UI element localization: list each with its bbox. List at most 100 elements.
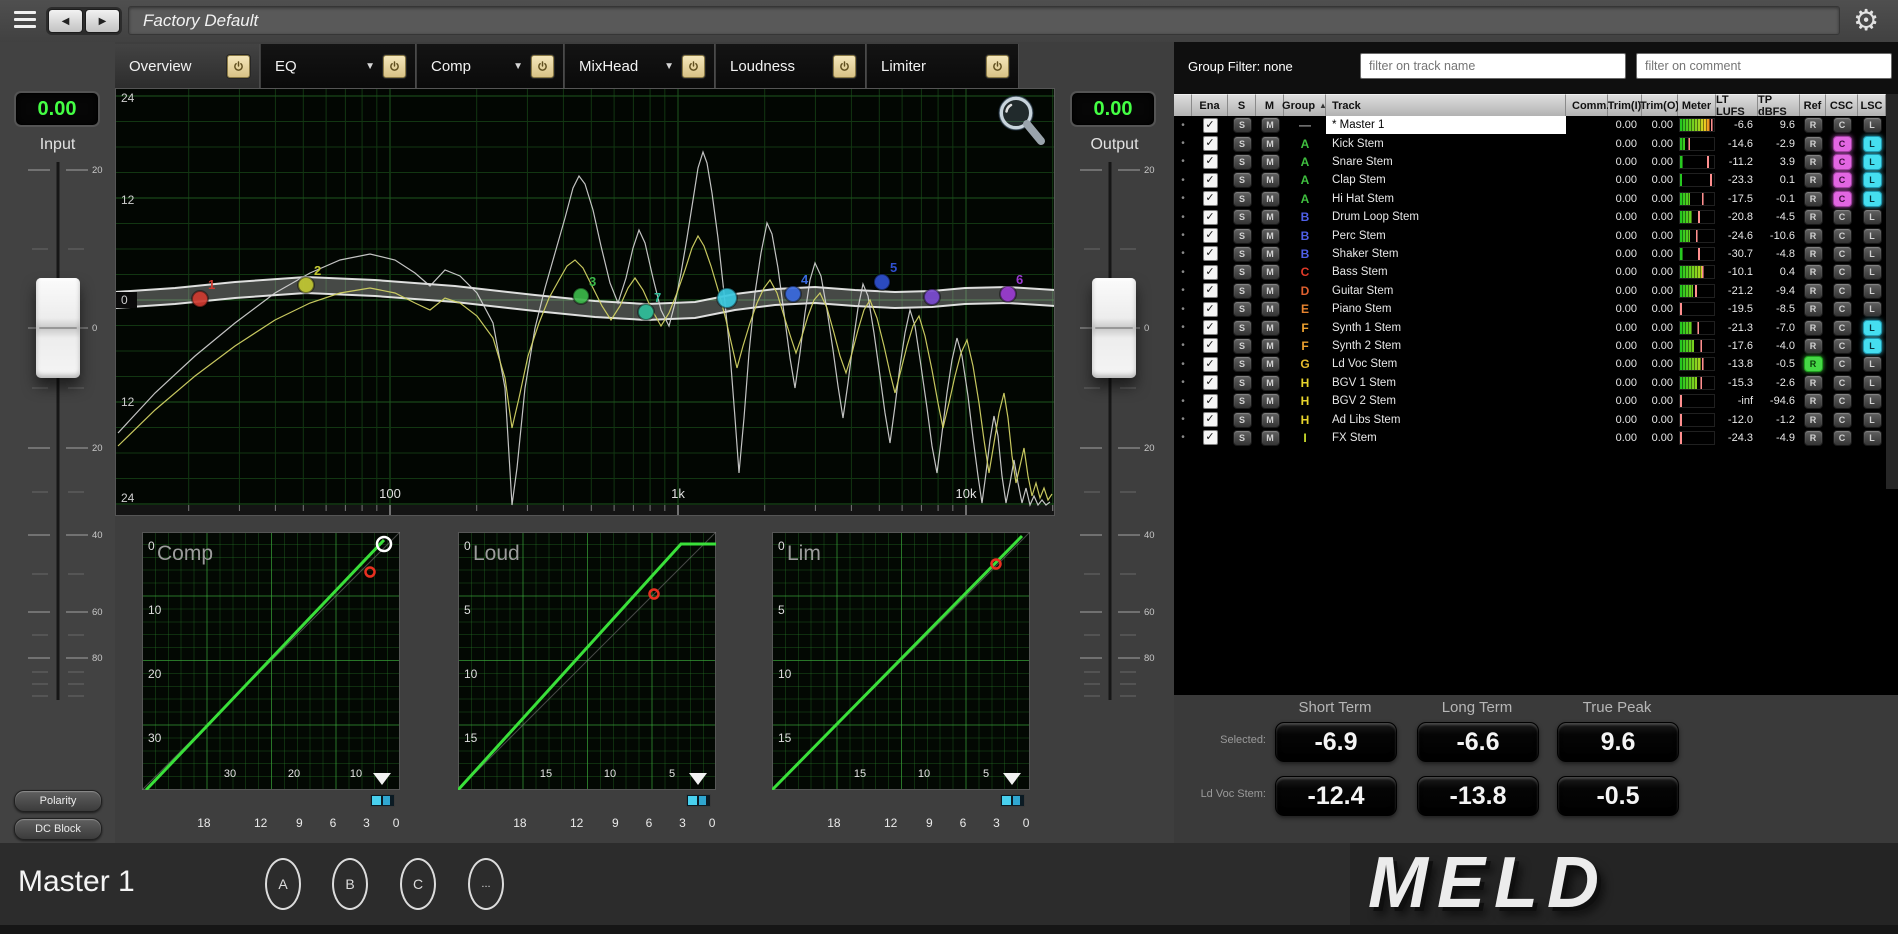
track-row[interactable]: •✓SMAHi Hat Stem0.000.00-17.5-0.1RCL: [1174, 190, 1886, 208]
group-letter[interactable]: F: [1284, 337, 1326, 355]
lsc-button[interactable]: L: [1863, 136, 1882, 152]
tab-limiter[interactable]: Limiter: [867, 44, 1019, 88]
csc-button[interactable]: C: [1833, 209, 1852, 225]
enable-checkbox[interactable]: ✓: [1203, 394, 1218, 409]
trim-out-value[interactable]: 0.00: [1642, 116, 1678, 134]
mute-button[interactable]: M: [1261, 246, 1280, 262]
column-header[interactable]: LT LUFS: [1716, 94, 1758, 116]
trim-out-value[interactable]: 0.00: [1642, 429, 1678, 447]
group-letter[interactable]: B: [1284, 226, 1326, 244]
solo-button[interactable]: S: [1233, 209, 1252, 225]
group-letter[interactable]: B: [1284, 208, 1326, 226]
group-letter[interactable]: C: [1284, 263, 1326, 281]
track-name-cell[interactable]: Guitar Stem: [1326, 282, 1566, 300]
column-header[interactable]: LSC: [1858, 94, 1886, 116]
comment-filter-input[interactable]: [1636, 53, 1892, 79]
ref-button[interactable]: R: [1804, 154, 1823, 170]
lsc-button[interactable]: L: [1863, 191, 1882, 207]
lsc-button[interactable]: L: [1863, 154, 1882, 170]
track-name-cell[interactable]: * Master 1: [1326, 116, 1566, 134]
snapshot-button-a[interactable]: A: [265, 858, 301, 910]
track-row[interactable]: •✓SMDGuitar Stem0.000.00-21.2-9.4RCL: [1174, 282, 1886, 300]
track-name-cell[interactable]: Clap Stem: [1326, 171, 1566, 189]
track-row[interactable]: •✓SMCBass Stem0.000.00-10.10.4RCL: [1174, 263, 1886, 281]
gear-icon[interactable]: ⚙: [1853, 3, 1879, 38]
mute-button[interactable]: M: [1261, 209, 1280, 225]
ref-button[interactable]: R: [1804, 301, 1823, 317]
column-header[interactable]: Meter: [1678, 94, 1716, 116]
csc-button[interactable]: C: [1833, 264, 1852, 280]
group-letter[interactable]: H: [1284, 392, 1326, 410]
eq-band-handle[interactable]: [192, 291, 208, 307]
power-button[interactable]: [531, 55, 554, 78]
ref-button[interactable]: R: [1804, 393, 1823, 409]
track-name-cell[interactable]: Piano Stem: [1326, 300, 1566, 318]
power-button[interactable]: [682, 55, 705, 78]
solo-button[interactable]: S: [1233, 393, 1252, 409]
enable-checkbox[interactable]: ✓: [1203, 265, 1218, 280]
solo-button[interactable]: S: [1233, 375, 1252, 391]
group-letter[interactable]: B: [1284, 245, 1326, 263]
csc-button[interactable]: C: [1833, 320, 1852, 336]
csc-button[interactable]: C: [1833, 356, 1852, 372]
power-button[interactable]: [986, 55, 1009, 78]
enable-checkbox[interactable]: ✓: [1203, 191, 1218, 206]
track-name-cell[interactable]: Kick Stem: [1326, 134, 1566, 152]
track-row[interactable]: •✓SMBShaker Stem0.000.00-30.7-4.8RCL: [1174, 245, 1886, 263]
enable-checkbox[interactable]: ✓: [1203, 412, 1218, 427]
trim-in-value[interactable]: 0.00: [1608, 337, 1642, 355]
ref-button[interactable]: R: [1804, 320, 1823, 336]
solo-button[interactable]: S: [1233, 117, 1252, 133]
trim-in-value[interactable]: 0.00: [1608, 134, 1642, 152]
trim-out-value[interactable]: 0.00: [1642, 318, 1678, 336]
solo-button[interactable]: S: [1233, 191, 1252, 207]
track-name-cell[interactable]: Ad Libs Stem: [1326, 410, 1566, 428]
lsc-button[interactable]: L: [1863, 393, 1882, 409]
mute-button[interactable]: M: [1261, 320, 1280, 336]
solo-button[interactable]: S: [1233, 301, 1252, 317]
track-name-cell[interactable]: Shaker Stem: [1326, 245, 1566, 263]
csc-button[interactable]: C: [1833, 154, 1852, 170]
track-name-cell[interactable]: Perc Stem: [1326, 226, 1566, 244]
track-name-filter-input[interactable]: [1360, 53, 1626, 79]
lsc-button[interactable]: L: [1863, 228, 1882, 244]
mute-button[interactable]: M: [1261, 228, 1280, 244]
trim-out-value[interactable]: 0.00: [1642, 263, 1678, 281]
trim-out-value[interactable]: 0.00: [1642, 355, 1678, 373]
enable-checkbox[interactable]: ✓: [1203, 338, 1218, 353]
eq-band-handle[interactable]: [573, 288, 589, 304]
column-header[interactable]: Ena: [1192, 94, 1228, 116]
trim-out-value[interactable]: 0.00: [1642, 392, 1678, 410]
ref-button[interactable]: R: [1804, 430, 1823, 446]
solo-button[interactable]: S: [1233, 283, 1252, 299]
track-row[interactable]: •✓SMIFX Stem0.000.00-24.3-4.9RCL: [1174, 429, 1886, 447]
solo-button[interactable]: S: [1233, 264, 1252, 280]
back-button[interactable]: ◀: [48, 9, 83, 33]
track-row[interactable]: •✓SMGLd Voc Stem0.000.00-13.8-0.5RCL: [1174, 355, 1886, 373]
enable-checkbox[interactable]: ✓: [1203, 430, 1218, 445]
column-header[interactable]: S: [1228, 94, 1256, 116]
trim-out-value[interactable]: 0.00: [1642, 208, 1678, 226]
csc-button[interactable]: C: [1833, 301, 1852, 317]
magnifier-icon[interactable]: [993, 92, 1051, 150]
track-row[interactable]: •✓SMFSynth 2 Stem0.000.00-17.6-4.0RCL: [1174, 337, 1886, 355]
solo-button[interactable]: S: [1233, 356, 1252, 372]
lsc-button[interactable]: L: [1863, 320, 1882, 336]
power-button[interactable]: [833, 55, 856, 78]
lsc-button[interactable]: L: [1863, 283, 1882, 299]
trim-out-value[interactable]: 0.00: [1642, 134, 1678, 152]
threshold-marker-icon[interactable]: [689, 773, 707, 785]
mute-button[interactable]: M: [1261, 393, 1280, 409]
polarity-button[interactable]: Polarity: [14, 790, 102, 812]
group-letter[interactable]: A: [1284, 190, 1326, 208]
column-header[interactable]: M: [1256, 94, 1284, 116]
track-row[interactable]: •✓SM—* Master 10.000.00-6.69.6RCL: [1174, 116, 1886, 134]
solo-button[interactable]: S: [1233, 228, 1252, 244]
input-gain-display[interactable]: 0.00: [16, 93, 98, 125]
trim-in-value[interactable]: 0.00: [1608, 263, 1642, 281]
output-gain-display[interactable]: 0.00: [1072, 93, 1154, 125]
trim-in-value[interactable]: 0.00: [1608, 410, 1642, 428]
group-letter[interactable]: D: [1284, 282, 1326, 300]
lsc-button[interactable]: L: [1863, 301, 1882, 317]
trim-out-value[interactable]: 0.00: [1642, 300, 1678, 318]
